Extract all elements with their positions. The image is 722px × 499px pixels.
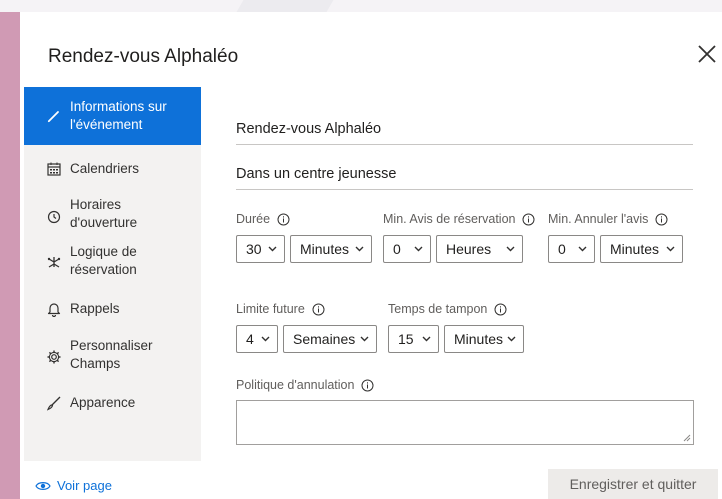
buffer-time-value: 15 bbox=[398, 331, 414, 347]
future-limit-value-select[interactable]: 4 bbox=[236, 325, 278, 353]
buffer-time-label-text: Temps de tampon bbox=[388, 302, 488, 316]
chevron-down-icon bbox=[666, 246, 675, 252]
bell-icon bbox=[45, 300, 63, 318]
sidebar-item-label: Logique de réservation bbox=[70, 244, 137, 277]
sidebar-item-customize-fields[interactable]: Personnaliser Champs bbox=[24, 332, 201, 376]
sidebar-item-booking-logic[interactable]: Logique de réservation bbox=[24, 239, 201, 283]
min-cancel-notice-value-select[interactable]: 0 bbox=[548, 235, 595, 263]
chevron-down-icon bbox=[360, 336, 369, 342]
sidebar-item-opening-hours[interactable]: Horaires d'ouverture bbox=[24, 193, 201, 237]
sidebar-item-label: Personnaliser Champs bbox=[70, 338, 153, 371]
chevron-down-icon bbox=[268, 246, 277, 252]
view-page-label: Voir page bbox=[57, 478, 112, 493]
logic-icon bbox=[45, 253, 63, 271]
chevron-down-icon bbox=[578, 246, 587, 252]
min-booking-notice-value-select[interactable]: 0 bbox=[383, 235, 431, 263]
sidebar-item-label: Calendriers bbox=[70, 161, 140, 176]
info-icon[interactable] bbox=[522, 213, 535, 226]
info-icon[interactable] bbox=[312, 303, 325, 316]
dialog-title: Rendez-vous Alphaléo bbox=[48, 46, 239, 67]
chevron-down-icon bbox=[414, 246, 423, 252]
min-booking-notice-unit: Heures bbox=[446, 241, 492, 257]
chevron-down-icon bbox=[506, 246, 515, 252]
duration-value-select[interactable]: 30 bbox=[236, 235, 285, 263]
min-booking-notice-label-text: Min. Avis de réservation bbox=[383, 212, 516, 226]
chevron-down-icon bbox=[261, 336, 270, 342]
sidebar-item-label: Informations sur l'événement bbox=[70, 99, 167, 132]
duration-label: Durée bbox=[236, 212, 290, 226]
sidebar-item-calendars[interactable]: Calendriers bbox=[24, 151, 201, 187]
chevron-down-icon bbox=[422, 336, 431, 342]
brush-icon bbox=[45, 394, 63, 412]
save-and-quit-button[interactable]: Enregistrer et quitter bbox=[548, 469, 718, 499]
future-limit-unit: Semaines bbox=[293, 331, 356, 347]
chevron-down-icon bbox=[355, 246, 364, 252]
buffer-time-label: Temps de tampon bbox=[388, 302, 507, 316]
view-page-link[interactable]: Voir page bbox=[35, 478, 112, 493]
sidebar: Informations sur l'événement Calendriers… bbox=[24, 87, 201, 461]
settings-icon bbox=[45, 348, 63, 366]
min-cancel-notice-value: 0 bbox=[558, 241, 566, 257]
info-icon[interactable] bbox=[494, 303, 507, 316]
event-settings-dialog: Rendez-vous Alphaléo Informations sur l'… bbox=[20, 12, 722, 499]
info-icon[interactable] bbox=[361, 379, 374, 392]
eye-icon bbox=[35, 481, 51, 490]
cancellation-policy-textarea[interactable] bbox=[236, 400, 694, 445]
event-name-field[interactable]: Rendez-vous Alphaléo bbox=[236, 109, 693, 145]
min-booking-notice-value: 0 bbox=[393, 241, 401, 257]
location-field[interactable]: Dans un centre jeunesse bbox=[236, 154, 693, 190]
close-icon bbox=[698, 45, 716, 63]
info-icon[interactable] bbox=[277, 213, 290, 226]
cancellation-policy-label: Politique d'annulation bbox=[236, 378, 374, 392]
duration-unit-select[interactable]: Minutes bbox=[290, 235, 372, 263]
cancellation-policy-label-text: Politique d'annulation bbox=[236, 378, 355, 392]
sidebar-item-event-info[interactable]: Informations sur l'événement bbox=[24, 87, 201, 145]
duration-label-text: Durée bbox=[236, 212, 271, 226]
future-limit-unit-select[interactable]: Semaines bbox=[283, 325, 377, 353]
calendar-icon bbox=[45, 160, 63, 178]
close-button[interactable] bbox=[696, 41, 718, 67]
duration-value: 30 bbox=[246, 241, 262, 257]
resize-grip-icon[interactable] bbox=[683, 434, 691, 442]
event-info-panel: Rendez-vous Alphaléo Dans un centre jeun… bbox=[201, 87, 722, 461]
clock-icon bbox=[45, 208, 63, 226]
buffer-time-value-select[interactable]: 15 bbox=[388, 325, 439, 353]
background-header bbox=[0, 0, 722, 12]
future-limit-label-text: Limite future bbox=[236, 302, 305, 316]
min-booking-notice-unit-select[interactable]: Heures bbox=[436, 235, 523, 263]
min-booking-notice-label: Min. Avis de réservation bbox=[383, 212, 535, 226]
min-cancel-notice-unit: Minutes bbox=[610, 241, 660, 257]
sidebar-item-appearance[interactable]: Apparence bbox=[24, 385, 201, 421]
sidebar-item-label: Rappels bbox=[70, 301, 120, 316]
buffer-time-unit: Minutes bbox=[454, 331, 504, 347]
sidebar-item-label: Apparence bbox=[70, 395, 136, 410]
future-limit-value: 4 bbox=[246, 331, 254, 347]
pencil-icon bbox=[45, 107, 63, 125]
min-cancel-notice-label: Min. Annuler l'avis bbox=[548, 212, 668, 226]
chevron-down-icon bbox=[507, 336, 516, 342]
buffer-time-unit-select[interactable]: Minutes bbox=[444, 325, 524, 353]
duration-unit: Minutes bbox=[300, 241, 350, 257]
sidebar-item-reminders[interactable]: Rappels bbox=[24, 291, 201, 327]
future-limit-label: Limite future bbox=[236, 302, 325, 316]
sidebar-item-label: Horaires d'ouverture bbox=[70, 197, 138, 230]
info-icon[interactable] bbox=[655, 213, 668, 226]
min-cancel-notice-label-text: Min. Annuler l'avis bbox=[548, 212, 649, 226]
min-cancel-notice-unit-select[interactable]: Minutes bbox=[600, 235, 683, 263]
